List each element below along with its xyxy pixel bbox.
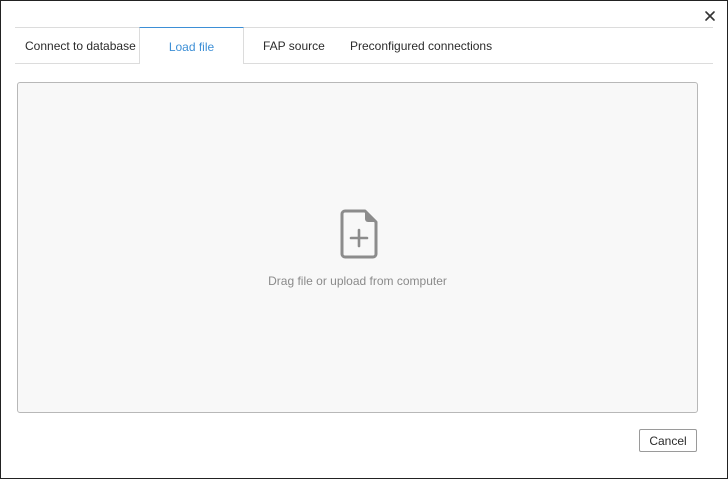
close-icon xyxy=(705,11,715,21)
tab-preconfigured-connections[interactable]: Preconfigured connections xyxy=(350,28,492,63)
tab-connect-to-database[interactable]: Connect to database xyxy=(25,28,136,63)
dropzone-instruction: Drag file or upload from computer xyxy=(268,274,447,288)
cancel-button[interactable]: Cancel xyxy=(639,429,697,452)
file-dropzone[interactable]: Drag file or upload from computer xyxy=(17,82,698,413)
tab-load-file[interactable]: Load file xyxy=(139,27,244,64)
tab-fap-source[interactable]: FAP source xyxy=(263,28,325,63)
close-button[interactable] xyxy=(702,8,718,24)
file-add-icon xyxy=(340,209,378,259)
tab-bar: Connect to database Load file FAP source… xyxy=(15,27,713,64)
add-data-source-dialog: Connect to database Load file FAP source… xyxy=(0,0,728,479)
